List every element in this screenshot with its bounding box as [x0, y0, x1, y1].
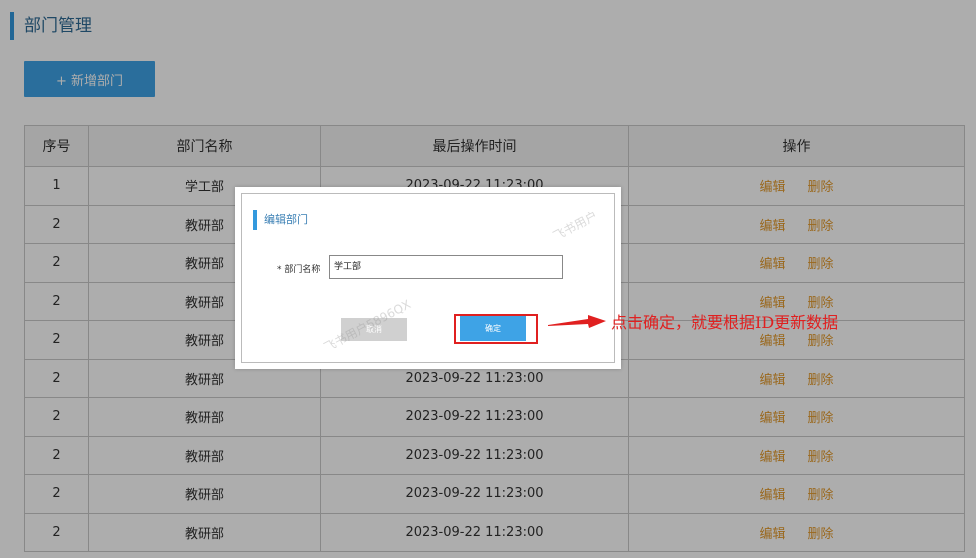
confirm-highlight-box [454, 314, 538, 344]
department-name-label: * 部门名称 [277, 265, 321, 275]
department-name-input[interactable]: 学工部 [329, 255, 563, 279]
arrow-right-icon [548, 315, 606, 328]
edit-department-dialog: 编辑部门 * 部门名称 学工部 取消 确定 飞书用户 飞书用户5896QX [235, 187, 621, 369]
annotation-text: 点击确定，就要根据ID更新数据 [611, 313, 839, 332]
department-page: 部门管理 + 新增部门 序号 部门名称 最后操作时间 操作 1 学工部 2023-0… [0, 0, 976, 558]
dialog-title: 编辑部门 [253, 210, 308, 230]
